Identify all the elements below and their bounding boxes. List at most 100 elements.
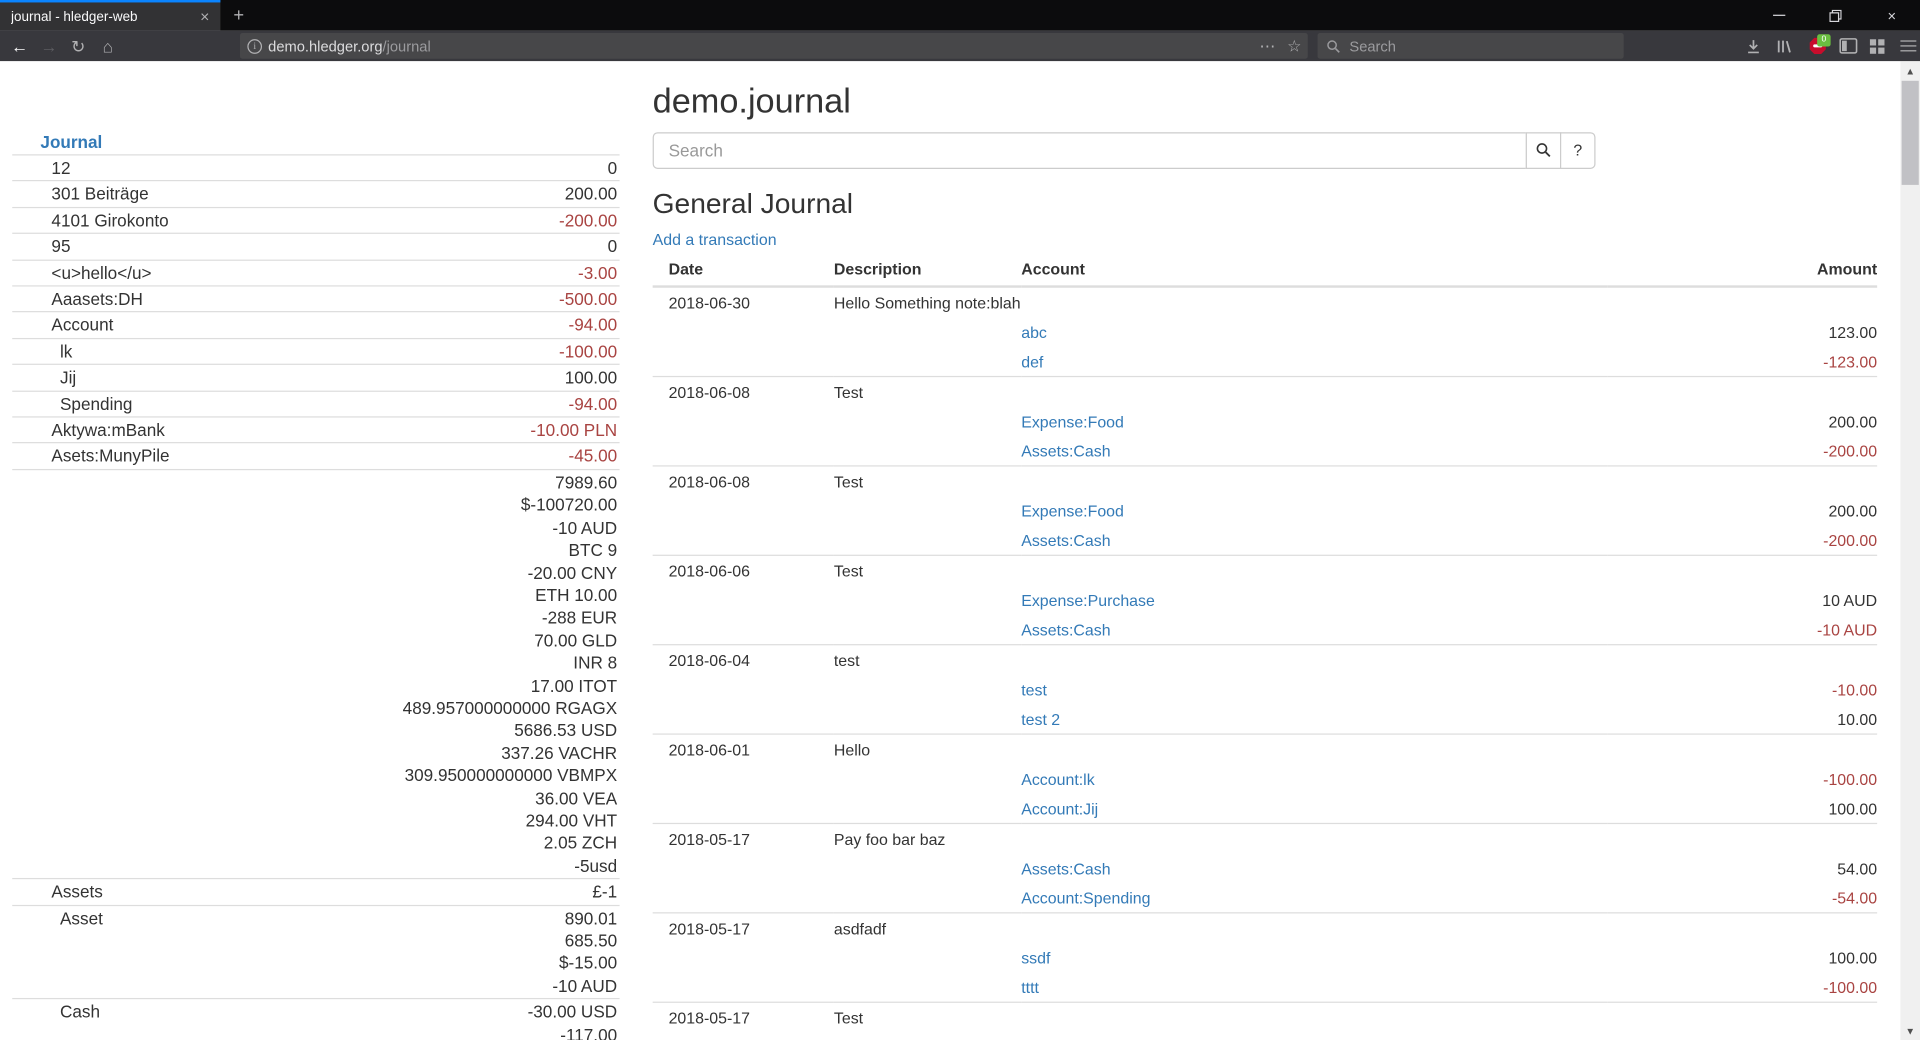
forward-button[interactable]: →	[34, 31, 63, 62]
posting-row[interactable]: Assets:Cash-10 AUD	[653, 615, 1877, 645]
transaction-date: 2018-06-08	[653, 377, 834, 407]
browser-search-field[interactable]: Search	[1318, 33, 1624, 59]
account-link[interactable]: Account	[51, 314, 113, 337]
journal-link[interactable]: Journal	[40, 132, 102, 152]
posting-row[interactable]: Expense:Food200.00	[653, 407, 1877, 436]
posting-account-link[interactable]: Account:Jij	[1021, 799, 1098, 817]
scroll-up-arrow[interactable]: ▲	[1900, 61, 1920, 81]
posting-account-link[interactable]: abc	[1021, 323, 1047, 341]
section-title: General Journal	[653, 187, 1877, 219]
account-row: Aktywa:mBank-10.00 PLN	[12, 418, 619, 444]
account-row: 120	[12, 156, 619, 182]
account-link[interactable]: Aaasets:DH	[51, 288, 142, 311]
scroll-down-arrow[interactable]: ▼	[1900, 1021, 1920, 1040]
transaction-row[interactable]: 2018-06-01Hello	[653, 734, 1877, 764]
reload-button[interactable]: ↻	[64, 31, 93, 62]
browser-tab[interactable]: journal - hledger-web ×	[0, 0, 220, 31]
posting-row[interactable]: Account:Spending-54.00	[653, 883, 1877, 913]
account-link[interactable]: <u>hello</u>	[51, 262, 151, 285]
account-link[interactable]: Asets:MunyPile	[51, 445, 169, 468]
posting-account: Expense:Purchase	[1021, 586, 1608, 615]
journal-search-button[interactable]	[1526, 132, 1562, 169]
bookmark-star-icon[interactable]: ☆	[1281, 36, 1308, 56]
account-link[interactable]: Assets	[51, 881, 102, 904]
search-help-button[interactable]: ?	[1560, 132, 1596, 169]
transaction-row[interactable]: 2018-05-17asdfadf	[653, 913, 1877, 943]
account-link[interactable]: Asset	[51, 907, 102, 930]
posting-account-link[interactable]: Assets:Cash	[1021, 859, 1110, 877]
transaction-row[interactable]: 2018-05-17Test	[653, 1003, 1877, 1033]
library-button[interactable]	[1769, 31, 1798, 62]
new-tab-button[interactable]: +	[220, 0, 257, 31]
window-minimize-button[interactable]	[1751, 0, 1807, 31]
description-header: Description	[834, 256, 1021, 287]
account-balance: 890.01685.50$-15.00-10 AUD	[552, 907, 617, 997]
posting-account-link[interactable]: test 2	[1021, 710, 1060, 728]
balance-amount: -100.00	[559, 340, 617, 363]
posting-row[interactable]: Assets:Cash54.00	[653, 854, 1877, 883]
page-scrollbar[interactable]: ▲ ▼	[1900, 61, 1920, 1040]
journal-search-input[interactable]	[653, 132, 1527, 169]
posting-account-link[interactable]: def	[1021, 352, 1043, 370]
account-link[interactable]: 12	[51, 157, 70, 180]
home-button[interactable]: ⌂	[93, 31, 122, 62]
account-link[interactable]: Jij	[51, 366, 76, 389]
transaction-row[interactable]: 2018-05-17Pay foo bar baz	[653, 824, 1877, 854]
transaction-row[interactable]: 2018-06-06Test	[653, 556, 1877, 586]
posting-row[interactable]: test 210.00	[653, 704, 1877, 734]
scrollbar-thumb[interactable]	[1902, 81, 1919, 185]
posting-row[interactable]: Assets:Cash-200.00	[653, 526, 1877, 556]
sidebar-toggle-button[interactable]	[1833, 31, 1862, 62]
posting-row[interactable]: Expense:Purchase10 AUD	[653, 586, 1877, 615]
posting-row[interactable]: test-10.00	[653, 675, 1877, 704]
posting-row[interactable]: def-123.00	[653, 347, 1877, 377]
page-content: Journal 120301 Beiträge200.004101 Giroko…	[0, 61, 1900, 1040]
account-link[interactable]: Cash	[51, 1001, 100, 1024]
posting-account-link[interactable]: Assets:Cash	[1021, 442, 1110, 460]
transaction-row[interactable]: 2018-06-04test	[653, 645, 1877, 675]
balance-amount: 489.957000000000 RGAGX	[403, 697, 617, 720]
window-restore-button[interactable]	[1807, 0, 1863, 31]
posting-account-link[interactable]: tttt	[1021, 978, 1039, 996]
posting-account-link[interactable]: test	[1021, 680, 1047, 698]
transaction-row[interactable]: 2018-06-08Test	[653, 377, 1877, 407]
posting-account-link[interactable]: Account:Spending	[1021, 889, 1150, 907]
posting-row[interactable]: Assets:Cash-200.00	[653, 436, 1877, 466]
posting-account-link[interactable]: Account:lk	[1021, 770, 1094, 788]
window-close-button[interactable]: ×	[1864, 0, 1920, 31]
posting-account-link[interactable]: Assets:Cash	[1021, 531, 1110, 549]
account-balance: 7989.60$-100720.00-10 AUDBTC 9-20.00 CNY…	[403, 471, 617, 877]
account-link[interactable]: Aktywa:mBank	[51, 419, 164, 442]
posting-account-link[interactable]: Expense:Food	[1021, 502, 1124, 520]
posting-row[interactable]: Account:lk-100.00	[653, 764, 1877, 793]
posting-account: tttt	[1021, 973, 1608, 1003]
posting-row[interactable]: Expense:Food200.00	[653, 496, 1877, 525]
url-bar[interactable]: i demo.hledger.org/journal ⋯ ☆	[240, 33, 1308, 59]
posting-account-link[interactable]: Assets:Cash	[1021, 620, 1110, 638]
transaction-row[interactable]: 2018-06-30Hello Something note:blah	[653, 287, 1877, 318]
balance-amount: INR 8	[403, 652, 617, 675]
downloads-button[interactable]	[1739, 31, 1768, 62]
page-actions-icon[interactable]: ⋯	[1254, 36, 1281, 56]
posting-row[interactable]: ssdf100.00	[653, 943, 1877, 972]
account-link[interactable]: 4101 Girokonto	[51, 209, 168, 232]
back-button[interactable]: ←	[5, 31, 34, 62]
site-info-icon[interactable]: i	[247, 39, 262, 54]
account-link[interactable]: 301 Beiträge	[51, 183, 148, 206]
posting-row[interactable]: tttt-100.00	[653, 973, 1877, 1003]
add-transaction-link[interactable]: Add a transaction	[653, 230, 777, 248]
transaction-row[interactable]: 2018-06-08Test	[653, 466, 1877, 496]
transaction-date: 2018-06-08	[653, 466, 834, 496]
posting-row[interactable]: abc123.00	[653, 317, 1877, 346]
posting-row[interactable]: Account:Jij100.00	[653, 794, 1877, 824]
extension-button-2[interactable]	[1862, 31, 1891, 62]
posting-account-link[interactable]: Expense:Purchase	[1021, 591, 1155, 609]
posting-account-link[interactable]: Expense:Food	[1021, 412, 1124, 430]
menu-button[interactable]	[1893, 31, 1920, 62]
posting-account-link[interactable]: ssdf	[1021, 949, 1050, 967]
account-link[interactable]: Spending	[51, 393, 132, 416]
account-link[interactable]: lk	[51, 340, 72, 363]
tab-close-icon[interactable]: ×	[200, 9, 209, 25]
minimize-icon	[1773, 15, 1785, 16]
account-link[interactable]: 95	[51, 235, 70, 258]
